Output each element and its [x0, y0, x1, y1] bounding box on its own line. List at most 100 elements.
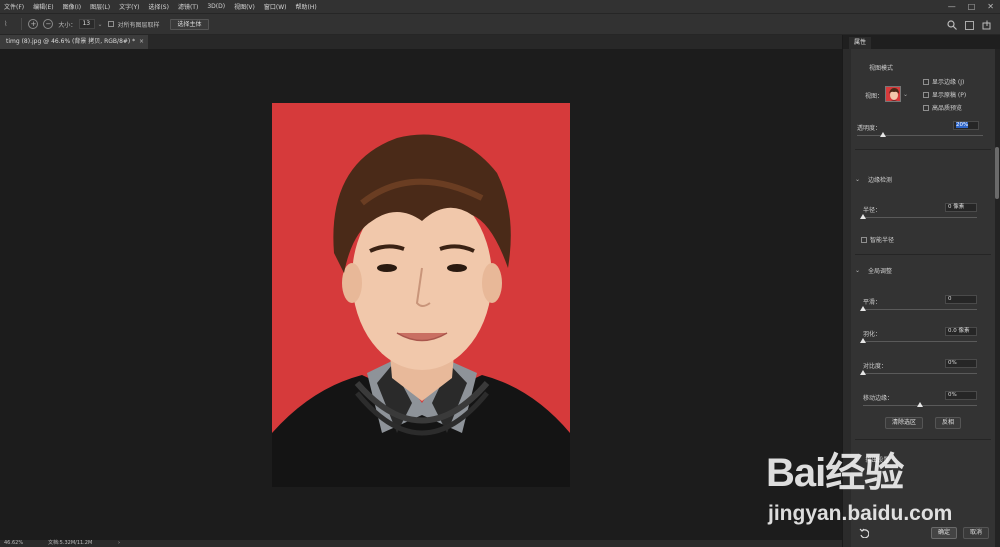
show-original-checkbox[interactable] — [923, 91, 929, 98]
window-controls: — □ ✕ — [948, 0, 994, 13]
workspace-icon[interactable] — [965, 20, 974, 30]
document-tab[interactable]: timg (8).jpg @ 46.6% (背景 拷贝, RGB/8#) * × — [0, 35, 148, 49]
invert-button[interactable]: 反相 — [935, 417, 962, 429]
view-label: 视图： — [865, 93, 884, 100]
menu-edit[interactable]: 编辑(E) — [33, 2, 53, 11]
feather-input[interactable]: 0.0 像素 — [945, 327, 977, 336]
radius-slider-thumb[interactable] — [860, 214, 866, 219]
properties-panel: 属性 视图模式 视图： ⌄ 显示边缘 (J) 显示原稿 (P) 高品质预览 透明… — [842, 35, 1000, 547]
smooth-slider[interactable] — [863, 309, 977, 310]
global-refine-title: 全局调整 — [868, 268, 893, 275]
show-original-option[interactable]: 显示原稿 (P) — [923, 90, 966, 99]
options-right-tools — [947, 14, 992, 36]
ok-button[interactable]: 确定 — [931, 527, 958, 539]
show-edges-checkbox[interactable] — [923, 78, 929, 85]
opacity-input[interactable]: 20% — [953, 121, 979, 130]
shift-edge-slider-thumb[interactable] — [917, 402, 923, 407]
document-tab-title: timg (8).jpg @ 46.6% (背景 拷贝, RGB/8#) * — [6, 38, 136, 45]
global-refine-header[interactable]: ⌄ 全局调整 — [855, 266, 892, 275]
output-settings-header[interactable]: › 输出设置 — [855, 455, 889, 464]
clear-selection-button[interactable]: 清除选区 — [885, 417, 924, 429]
cancel-button[interactable]: 取消 — [963, 527, 990, 539]
show-original-label: 显示原稿 (P) — [932, 92, 967, 99]
menu-file[interactable]: 文件(F) — [4, 2, 24, 11]
select-subject-button[interactable]: 选择主体 — [170, 18, 209, 30]
opacity-label: 透明度： — [857, 125, 882, 132]
divider — [855, 149, 991, 150]
separator — [21, 18, 23, 30]
portrait-illustration — [272, 134, 570, 487]
menu-layer[interactable]: 图层(L) — [90, 2, 110, 11]
show-edges-label: 显示边缘 (J) — [932, 79, 965, 86]
tab-close-icon[interactable]: × — [139, 35, 144, 49]
menu-bar: 文件(F) 编辑(E) 图像(I) 图层(L) 文字(Y) 选择(S) 滤镜(T… — [0, 0, 1000, 13]
opacity-slider[interactable] — [857, 135, 983, 136]
contrast-slider-thumb[interactable] — [860, 370, 866, 375]
refine-edge-panel: 视图模式 视图： ⌄ 显示边缘 (J) 显示原稿 (P) 高品质预览 透明度： … — [851, 49, 995, 547]
document-tab-bar: timg (8).jpg @ 46.6% (背景 拷贝, RGB/8#) * × — [0, 35, 842, 49]
close-icon[interactable]: ✕ — [987, 2, 994, 11]
search-icon[interactable] — [947, 20, 957, 30]
tool-preset-icon[interactable]: ⌇ — [4, 20, 7, 28]
chevron-down-icon[interactable]: ⌄ — [97, 21, 102, 28]
smart-radius-option[interactable]: 智能半径 — [861, 235, 894, 244]
hq-preview-checkbox[interactable] — [923, 104, 929, 111]
smooth-label: 平滑： — [863, 299, 882, 306]
opacity-value: 20% — [956, 122, 969, 128]
menu-filter[interactable]: 滤镜(T) — [178, 2, 198, 11]
radius-input[interactable]: 0 像素 — [945, 203, 977, 212]
document-size: 文档:5.32M/11.2M — [48, 540, 93, 546]
output-settings-title: 输出设置 — [865, 457, 890, 464]
feather-slider-thumb[interactable] — [860, 338, 866, 343]
scrollbar-thumb[interactable] — [995, 147, 999, 199]
size-input[interactable]: 13 — [79, 19, 96, 29]
smooth-input[interactable]: 0 — [945, 295, 977, 304]
portrait-photo[interactable] — [272, 103, 570, 487]
chevron-down-icon: ⌄ — [855, 176, 861, 183]
menu-window[interactable]: 窗口(W) — [264, 2, 287, 11]
show-edges-option[interactable]: 显示边缘 (J) — [923, 77, 964, 86]
zoom-level[interactable]: 46.62% — [4, 540, 23, 547]
menu-help[interactable]: 帮助(H) — [296, 2, 317, 11]
view-dropdown-chevron-icon[interactable]: ⌄ — [903, 91, 908, 98]
options-bar: ⌇ + − 大小： 13 ⌄ 对所有图层取样 选择主体 — [0, 13, 1000, 35]
chevron-down-icon: ⌄ — [855, 267, 861, 274]
menu-image[interactable]: 图像(I) — [63, 2, 81, 11]
menu-select[interactable]: 选择(S) — [148, 2, 169, 11]
view-thumbnail[interactable] — [885, 86, 901, 102]
smooth-slider-thumb[interactable] — [860, 306, 866, 311]
status-arrow-icon[interactable]: › — [118, 540, 120, 547]
edge-detection-header[interactable]: ⌄ 边缘检测 — [855, 175, 892, 184]
menu-type[interactable]: 文字(Y) — [119, 2, 139, 11]
minimize-icon[interactable]: — — [948, 2, 956, 11]
panel-tab-bar: 属性 — [843, 35, 1000, 49]
contrast-input[interactable]: 0% — [945, 359, 977, 368]
share-icon[interactable] — [982, 20, 992, 30]
hq-preview-label: 高品质预览 — [932, 105, 963, 112]
canvas-area[interactable] — [0, 49, 842, 540]
subtract-from-selection-icon[interactable]: − — [43, 19, 54, 29]
sample-all-layers-label: 对所有图层取样 — [117, 21, 160, 29]
hq-preview-option[interactable]: 高品质预览 — [923, 103, 962, 112]
status-bar: 46.62% 文档:5.32M/11.2M › — [0, 540, 842, 547]
reset-icon[interactable] — [859, 528, 869, 538]
smart-radius-checkbox[interactable] — [861, 236, 867, 243]
chevron-right-icon: › — [855, 456, 858, 463]
sample-all-layers-checkbox[interactable] — [108, 21, 115, 27]
feather-slider[interactable] — [863, 341, 977, 342]
size-label: 大小： — [58, 21, 77, 29]
shift-edge-input[interactable]: 0% — [945, 391, 977, 400]
maximize-icon[interactable]: □ — [968, 2, 976, 11]
opacity-slider-thumb[interactable] — [880, 132, 886, 137]
tab-properties[interactable]: 属性 — [849, 37, 872, 49]
divider — [855, 439, 991, 440]
radius-slider[interactable] — [863, 217, 977, 218]
menu-view[interactable]: 视图(V) — [234, 2, 255, 11]
radius-label: 半径： — [863, 207, 882, 214]
add-to-selection-icon[interactable]: + — [28, 19, 39, 29]
menu-3d[interactable]: 3D(D) — [207, 3, 225, 10]
contrast-slider[interactable] — [863, 373, 977, 374]
feather-label: 羽化： — [863, 331, 882, 338]
edge-detection-title: 边缘检测 — [868, 177, 893, 184]
contrast-label: 对比度： — [863, 363, 888, 370]
